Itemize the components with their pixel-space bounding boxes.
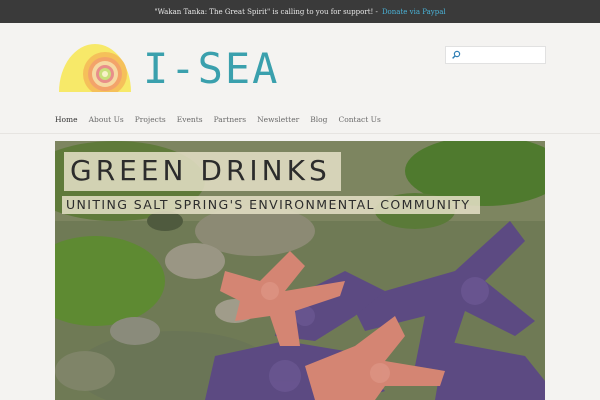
nav-item-events[interactable]: Events: [177, 115, 203, 124]
site-logo[interactable]: I-SEA: [57, 44, 279, 94]
donate-link[interactable]: Donate via Paypal: [382, 8, 446, 16]
announcement-message: "Wakan Tanka: The Great Spirit" is calli…: [154, 7, 378, 16]
site-header: I-SEA Home About Us Projects Events Part…: [0, 23, 600, 133]
announcement-bar: "Wakan Tanka: The Great Spirit" is calli…: [0, 0, 600, 23]
hero-banner[interactable]: GREEN DRINKS UNITING SALT SPRING'S ENVIR…: [55, 141, 545, 400]
nav-item-home[interactable]: Home: [55, 115, 78, 124]
main-nav: Home About Us Projects Events Partners N…: [55, 113, 392, 125]
nav-item-about-us[interactable]: About Us: [89, 115, 124, 124]
search-input[interactable]: [461, 51, 544, 59]
nav-item-partners[interactable]: Partners: [214, 115, 246, 124]
nav-item-projects[interactable]: Projects: [135, 115, 166, 124]
header-divider: [0, 133, 600, 134]
logo-text: I-SEA: [143, 44, 280, 93]
nav-item-contact-us[interactable]: Contact Us: [338, 115, 380, 124]
hero-subtitle: UNITING SALT SPRING'S ENVIRONMENTAL COMM…: [62, 196, 481, 214]
search-icon[interactable]: [451, 50, 461, 60]
hero-title: GREEN DRINKS: [64, 152, 341, 191]
nav-item-newsletter[interactable]: Newsletter: [257, 115, 299, 124]
nav-item-blog[interactable]: Blog: [310, 115, 327, 124]
search-box[interactable]: [445, 46, 546, 64]
sun-logo-icon: [57, 44, 139, 94]
